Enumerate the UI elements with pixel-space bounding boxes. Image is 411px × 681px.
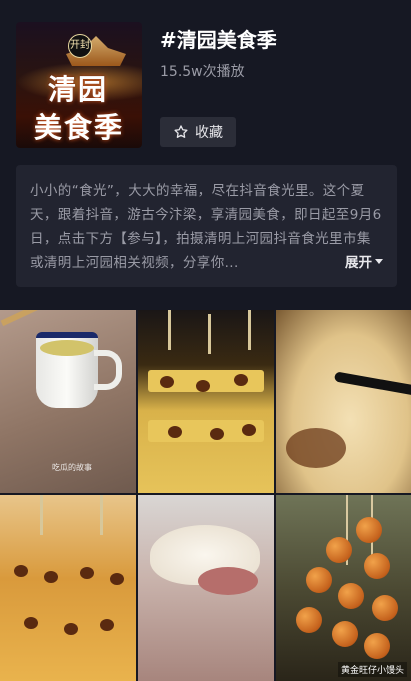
mug-handle <box>94 350 122 390</box>
lips <box>198 567 258 595</box>
star-icon <box>174 125 188 138</box>
video-thumbnail[interactable] <box>138 495 274 681</box>
date <box>110 573 124 585</box>
description-panel: 小小的“食光”，大大的幸福，尽在抖音食光里。这个夏天，跟着抖音，游古今汴梁，享清… <box>16 165 397 287</box>
chopstick <box>333 371 411 399</box>
fried-ball <box>332 621 358 647</box>
date <box>44 571 58 583</box>
date <box>14 565 28 577</box>
bun-filling <box>286 428 346 468</box>
topic-cover-image: 开封 清园 美食季 <box>16 22 142 148</box>
date <box>160 376 174 388</box>
fried-ball <box>364 633 390 659</box>
cover-seal: 开封 <box>68 34 92 58</box>
video-thumbnail[interactable]: 黄金旺仔小馒头 <box>276 495 411 681</box>
description-text: 小小的“食光”，大大的幸福，尽在抖音食光里。这个夏天，跟着抖音，游古今汴梁，享清… <box>30 183 382 271</box>
fried-ball <box>364 553 390 579</box>
fried-ball <box>356 517 382 543</box>
video-thumbnail[interactable] <box>0 495 136 681</box>
fried-ball <box>296 607 322 633</box>
video-thumbnail[interactable]: 吃瓜的故事 <box>0 310 136 493</box>
video-thumbnail[interactable] <box>138 310 274 493</box>
fried-ball <box>372 595 398 621</box>
expand-button[interactable]: 展开 <box>341 251 383 271</box>
skewer-stick <box>168 310 171 350</box>
topic-title: #清园美食季 <box>160 28 277 52</box>
fried-ball <box>326 537 352 563</box>
chopsticks <box>0 310 40 327</box>
video-thumbnail[interactable] <box>276 310 411 493</box>
date <box>100 619 114 631</box>
skewer-stick <box>248 310 251 350</box>
expand-label: 展开 <box>345 255 372 271</box>
date <box>64 623 78 635</box>
date <box>210 428 224 440</box>
date <box>168 426 182 438</box>
cover-title-line1: 清园 <box>48 73 109 106</box>
date <box>80 567 94 579</box>
skewer-stick <box>100 495 103 535</box>
tea <box>40 340 94 356</box>
date <box>242 424 256 436</box>
date <box>24 617 38 629</box>
date <box>196 380 210 392</box>
fried-ball <box>306 567 332 593</box>
play-count: 15.5w次播放 <box>160 64 245 80</box>
favorite-button[interactable]: 收藏 <box>160 117 236 147</box>
date <box>234 374 248 386</box>
skewer-stick <box>40 495 43 535</box>
video-caption: 黄金旺仔小馒头 <box>337 662 407 677</box>
video-caption: 吃瓜的故事 <box>52 463 92 472</box>
cover-title-line2: 美食季 <box>34 111 125 144</box>
chevron-down-icon <box>375 258 383 264</box>
favorite-label: 收藏 <box>195 125 223 141</box>
skewer-stick <box>208 314 211 354</box>
fried-ball <box>338 583 364 609</box>
video-grid: 吃瓜的故事 黄金旺仔小馒头 <box>0 310 411 681</box>
